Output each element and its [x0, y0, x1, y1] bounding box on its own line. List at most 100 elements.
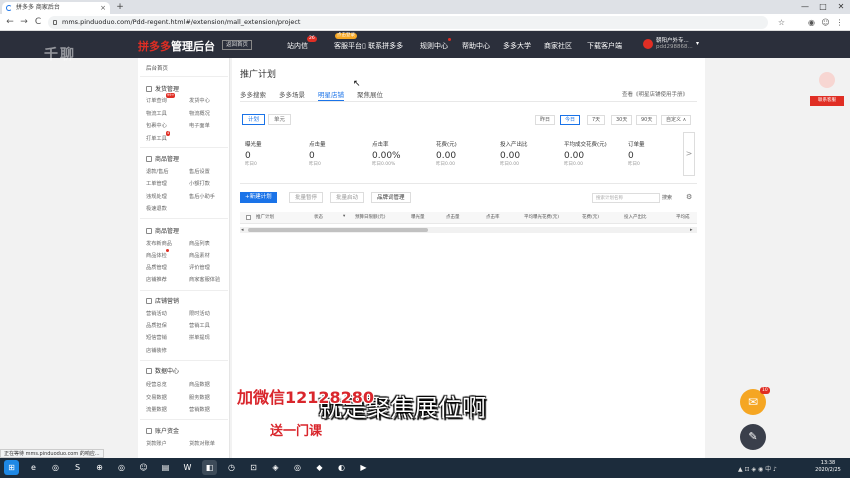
sidebar-item[interactable]: 短信营销: [146, 334, 167, 341]
home-button[interactable]: 返回首页: [222, 40, 253, 50]
sidebar-item[interactable]: 营销活动: [146, 310, 167, 317]
sidebar-item[interactable]: 货款账户: [146, 440, 167, 447]
nav-download[interactable]: 下载客户端: [587, 41, 622, 51]
sidebar-item[interactable]: 营销工具: [189, 322, 210, 329]
subtab-plan[interactable]: 计划: [242, 114, 266, 125]
tab-star-store[interactable]: 明星店铺: [318, 89, 344, 101]
nav-contact[interactable]: ▯ 联系拼多多: [362, 41, 403, 51]
user-menu[interactable]: 朝阳户外专... pdd298868...: [656, 38, 693, 50]
tab-scene[interactable]: 多多场景: [279, 89, 305, 99]
sidebar-home[interactable]: 后台首页: [146, 64, 168, 72]
brand-words-button[interactable]: 品牌词管理: [371, 192, 411, 203]
col-spend[interactable]: 花费(元): [582, 214, 599, 220]
taskbar-app[interactable]: ◐: [334, 460, 349, 475]
sidebar-group-funds[interactable]: 账户资金: [146, 426, 179, 435]
date-custom[interactable]: 自定义 ∧: [661, 115, 692, 125]
sidebar-item[interactable]: 商家客服体验: [189, 276, 220, 283]
gear-icon[interactable]: ⚙: [686, 193, 692, 201]
nav-university[interactable]: 多多大学: [503, 41, 531, 51]
bookmark-star-icon[interactable]: ☆: [776, 17, 787, 28]
taskbar-app[interactable]: ◆: [312, 460, 327, 475]
taskbar-app[interactable]: ◎: [48, 460, 63, 475]
taskbar-app[interactable]: ◎: [290, 460, 305, 475]
date-yesterday[interactable]: 昨日: [535, 115, 556, 125]
batch-start-button[interactable]: 批量启动: [330, 192, 365, 203]
sidebar-item[interactable]: 店铺装修: [146, 347, 167, 354]
sidebar-group-shipping[interactable]: 发货管理: [146, 84, 179, 93]
extension-icon[interactable]: ◉: [806, 17, 817, 28]
date-90days[interactable]: 90天: [636, 115, 658, 125]
sidebar-item[interactable]: 品质管理: [146, 264, 167, 271]
reload-button[interactable]: C: [32, 16, 44, 28]
date-7days[interactable]: 7天: [587, 115, 606, 125]
taskbar-clock[interactable]: 13:38 2020/2/25: [810, 460, 846, 474]
sidebar-item[interactable]: 商品素材: [189, 252, 210, 259]
feedback-button[interactable]: ✎: [740, 424, 766, 450]
menu-icon[interactable]: ⋮: [834, 17, 845, 28]
sidebar-group-aftersales[interactable]: 商品管理: [146, 154, 179, 163]
taskbar-app[interactable]: ▤: [158, 460, 173, 475]
sidebar-group-products[interactable]: 商品管理: [146, 226, 179, 235]
col-ctr[interactable]: 点击率: [486, 214, 500, 220]
new-plan-button[interactable]: +新建计划: [240, 192, 277, 203]
scroll-right-icon[interactable]: ▸: [690, 227, 693, 233]
table-hscrollbar[interactable]: [240, 227, 697, 233]
new-tab-button[interactable]: +: [114, 2, 126, 13]
sidebar-item[interactable]: 限时活动: [189, 310, 210, 317]
col-avg-cost[interactable]: 平均成: [676, 214, 690, 220]
col-select[interactable]: ▾: [343, 214, 345, 219]
nav-rules[interactable]: 规则中心: [420, 41, 448, 51]
sidebar-item[interactable]: 售后设置: [189, 168, 210, 175]
sidebar-item[interactable]: 店铺推荐: [146, 276, 167, 283]
sidebar-item[interactable]: 品质担保: [146, 322, 167, 329]
sidebar-item[interactable]: 服务数据: [189, 394, 210, 401]
date-30days[interactable]: 30天: [611, 115, 633, 125]
taskbar-app-chrome[interactable]: ◧: [202, 460, 217, 475]
sidebar-item[interactable]: 发布新商品: [146, 240, 172, 247]
sidebar-item[interactable]: 货款对账单: [189, 440, 215, 447]
nav-help[interactable]: 帮助中心: [462, 41, 490, 51]
sidebar-item[interactable]: 打单工具: [146, 135, 167, 142]
taskbar-app[interactable]: S: [70, 460, 85, 475]
taskbar-app-ie[interactable]: e: [26, 460, 41, 475]
sidebar-item[interactable]: 流量数据: [146, 406, 167, 413]
col-budget[interactable]: 预算日限额(元): [355, 214, 386, 220]
sidebar-item[interactable]: 交易数据: [146, 394, 167, 401]
nav-community[interactable]: 商家社区: [544, 41, 572, 51]
scroll-thumb[interactable]: [248, 228, 428, 232]
sidebar-item[interactable]: 评价管理: [189, 264, 210, 271]
col-avg-impression-cost[interactable]: 平均曝光花费(元): [524, 214, 559, 220]
nav-customer-service[interactable]: 客服平台: [334, 41, 362, 51]
sidebar-item[interactable]: 商品数据: [189, 381, 210, 388]
nav-inbox[interactable]: 站内信: [287, 41, 308, 51]
sidebar-item[interactable]: 小额打款: [189, 180, 210, 187]
taskbar-app[interactable]: ⊕: [92, 460, 107, 475]
search-button[interactable]: 搜索: [662, 193, 672, 203]
taskbar-app[interactable]: ▶: [356, 460, 371, 475]
sidebar-item[interactable]: 物流工具: [146, 110, 167, 117]
contact-promo[interactable]: 联系客服: [810, 72, 844, 112]
close-window-button[interactable]: ✕: [832, 0, 850, 14]
url-field[interactable]: mms.pinduoduo.com/Pdd-regent.html#/exten…: [48, 16, 768, 29]
sidebar-group-marketing[interactable]: 店铺营销: [146, 296, 179, 305]
col-impressions[interactable]: 曝光量: [411, 214, 425, 220]
date-today[interactable]: 今日: [560, 115, 581, 125]
subtab-unit[interactable]: 单元: [268, 114, 292, 125]
sidebar-item[interactable]: 物流概况: [189, 110, 210, 117]
sidebar-group-data[interactable]: 数据中心: [146, 366, 179, 375]
brand-logo[interactable]: 拼多多管理后台: [138, 38, 215, 54]
sidebar-item[interactable]: 极速退款: [146, 205, 167, 212]
tab-focus-booth[interactable]: 聚焦展位: [357, 89, 383, 99]
maximize-button[interactable]: □: [814, 0, 832, 14]
help-link[interactable]: 查看《明星店铺使用手册》: [622, 90, 688, 98]
tab-search[interactable]: 多多搜索: [240, 89, 266, 99]
taskbar-app[interactable]: W: [180, 460, 195, 475]
taskbar-app[interactable]: ◈: [268, 460, 283, 475]
sidebar-item[interactable]: 经营总览: [146, 381, 167, 388]
col-plan[interactable]: 推广计划: [256, 214, 274, 220]
sidebar-item[interactable]: 营销数据: [189, 406, 210, 413]
account-icon[interactable]: ☺: [820, 17, 831, 28]
sidebar-item[interactable]: 订单查询: [146, 97, 167, 104]
col-status[interactable]: 状态: [314, 214, 323, 220]
system-tray[interactable]: ▲ ⊡ ◈ ◉ 中 ♪: [738, 464, 777, 473]
